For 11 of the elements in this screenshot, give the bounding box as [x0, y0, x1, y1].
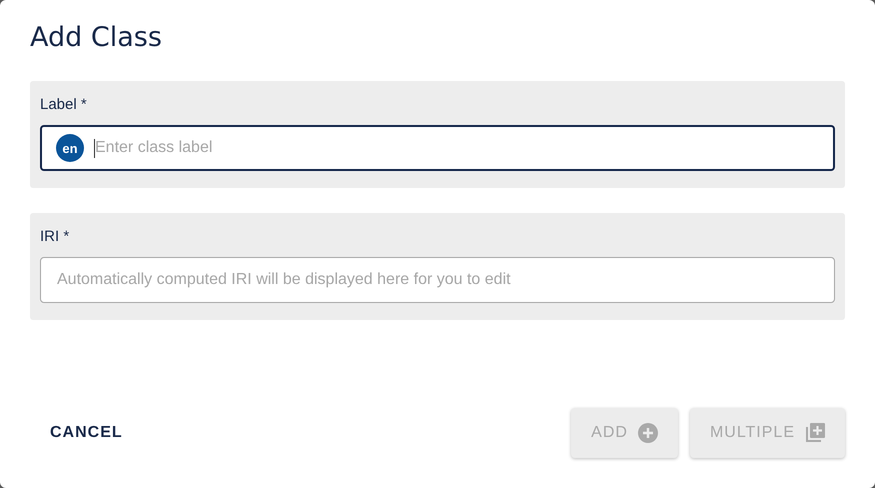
- field-label: IRI *: [40, 228, 70, 245]
- field-label: Label *: [40, 96, 87, 113]
- text-field[interactable]: Automatically computed IRI will be displayed here for you to edit: [57, 271, 818, 289]
- text-field[interactable]: Automatically computed IRI will be displayed here for you to edit: [40, 257, 835, 303]
- cancel-button[interactable]: CANCEL: [30, 408, 143, 458]
- add-circle-icon: [638, 423, 658, 443]
- dialog-title: Add Class: [30, 22, 163, 53]
- text-field[interactable]: en Enter class label: [40, 125, 835, 171]
- add-multiple-icon: [805, 423, 825, 443]
- language-badge[interactable]: en: [56, 134, 84, 162]
- text-field[interactable]: Enter class label: [95, 139, 819, 157]
